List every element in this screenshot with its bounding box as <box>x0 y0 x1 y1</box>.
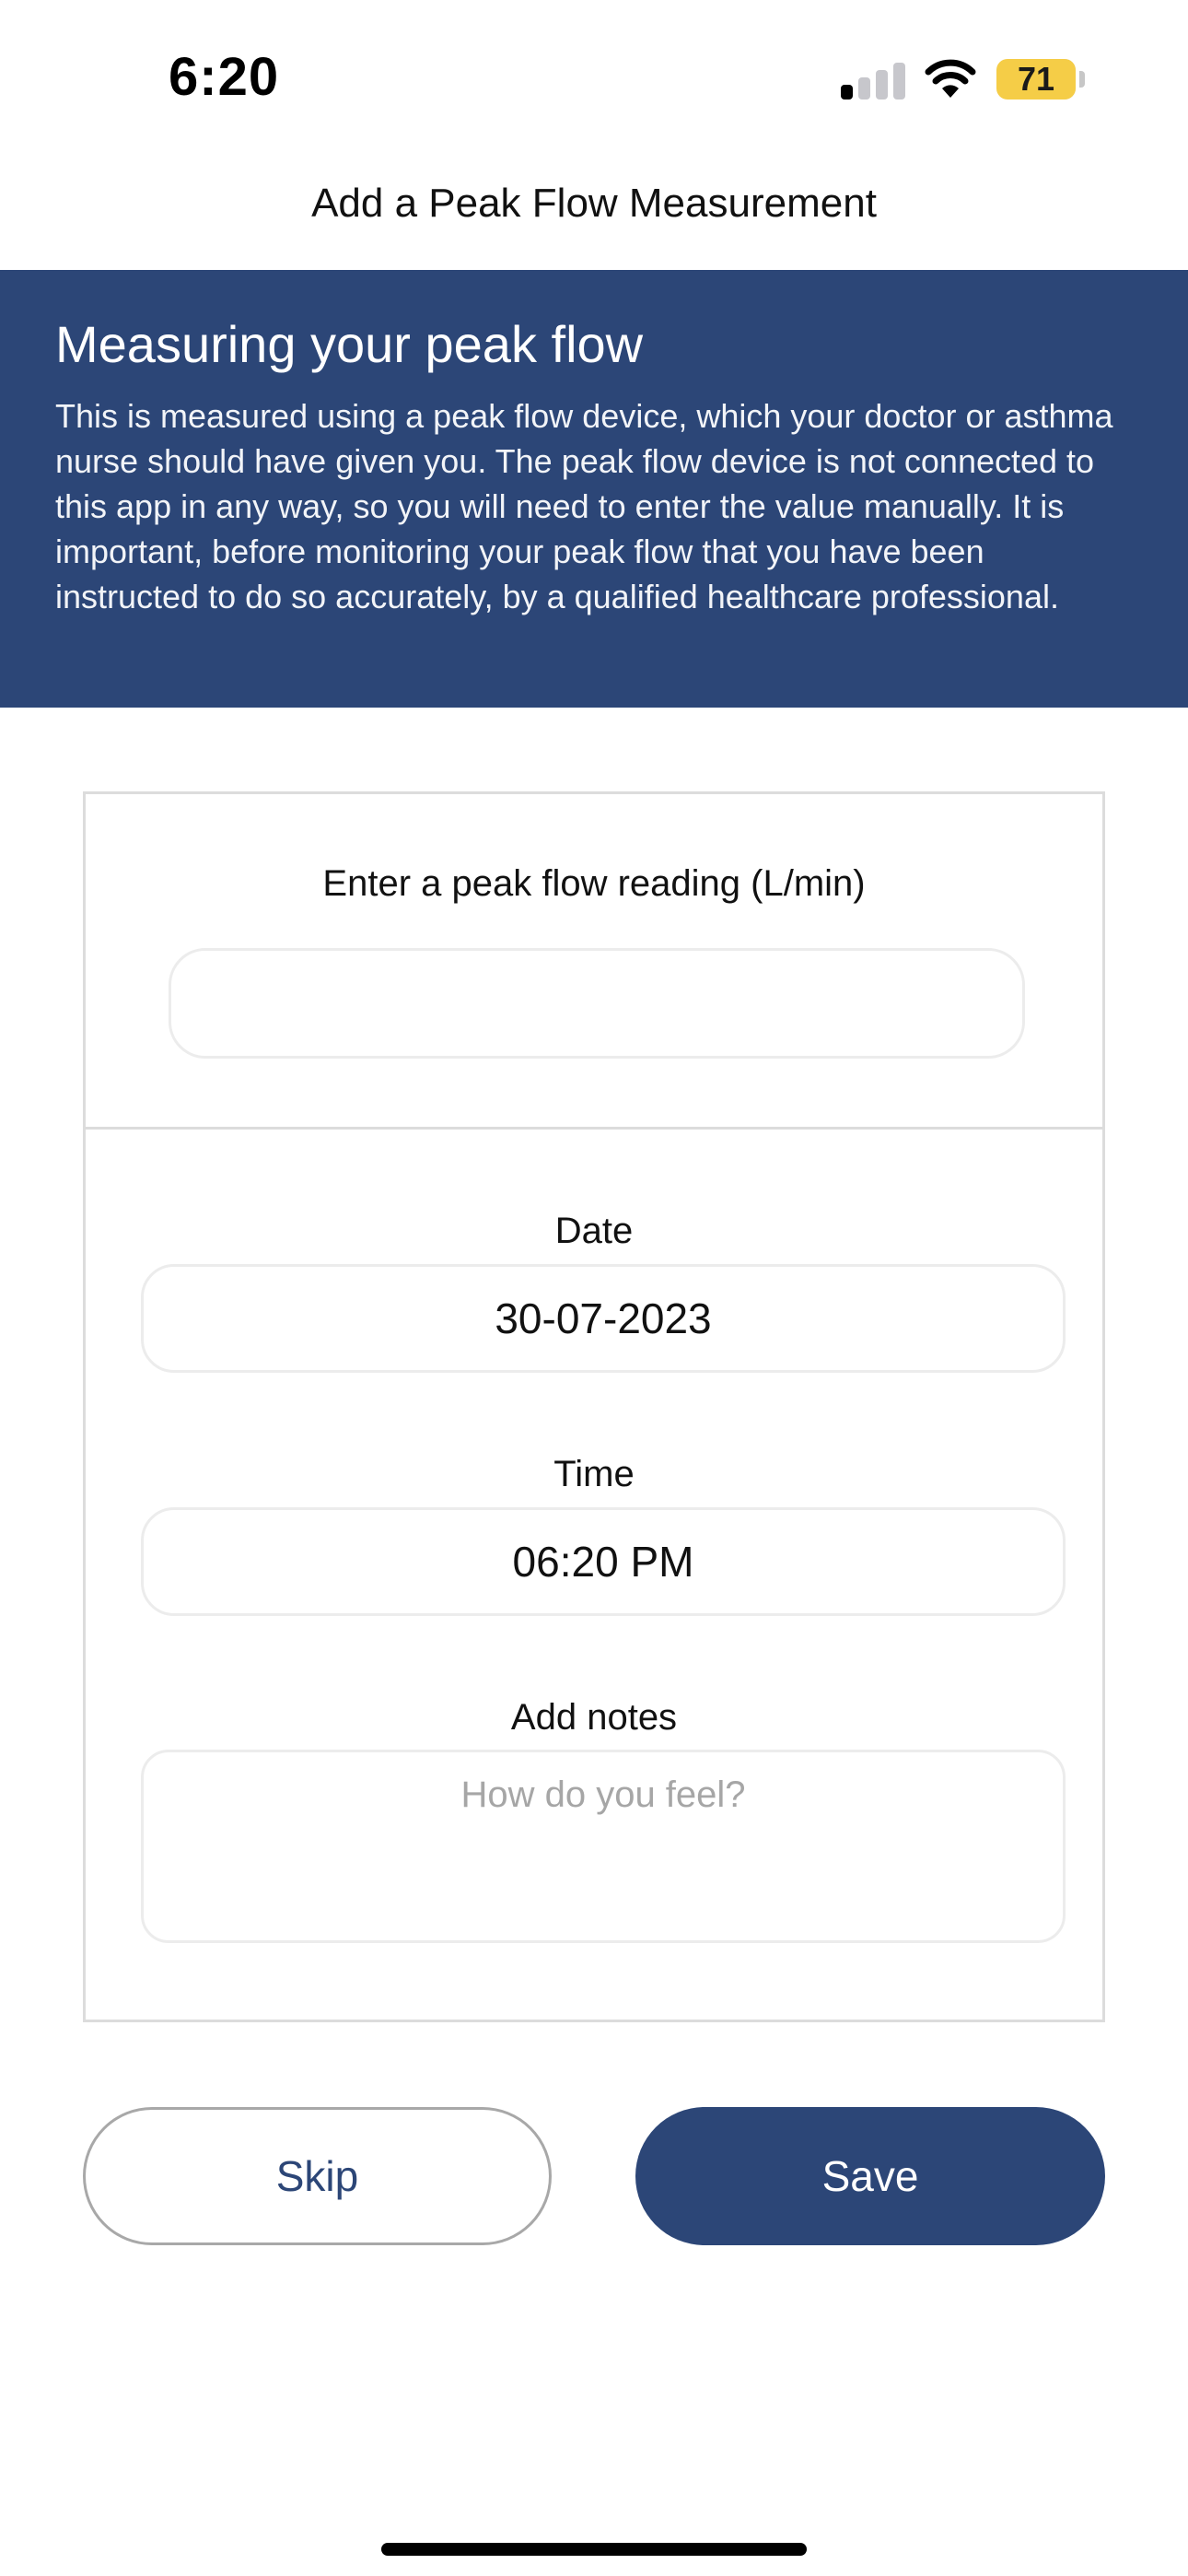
wifi-icon <box>925 59 976 98</box>
save-button[interactable]: Save <box>635 2107 1105 2245</box>
time-label: Time <box>553 1454 635 1494</box>
measurement-form-card: Enter a peak flow reading (L/min) Date 3… <box>83 791 1105 2022</box>
date-value: 30-07-2023 <box>495 1294 712 1342</box>
skip-button[interactable]: Skip <box>83 2107 552 2245</box>
banner-title: Measuring your peak flow <box>55 315 644 373</box>
notes-label: Add notes <box>510 1697 678 1738</box>
status-bar: 6:20 71 <box>0 0 1188 147</box>
cellular-signal-icon <box>841 61 907 100</box>
status-time: 6:20 <box>169 47 280 107</box>
page-title: Add a Peak Flow Measurement <box>311 181 877 226</box>
reading-label: Enter a peak flow reading (L/min) <box>322 863 866 904</box>
notes-input[interactable] <box>141 1750 1066 1943</box>
reading-section: Enter a peak flow reading (L/min) <box>86 794 1102 1130</box>
peak-flow-screen: 6:20 71 Add a Peak Flow Measurement Meas… <box>0 0 1188 2576</box>
info-banner: Measuring your peak flow This is measure… <box>0 270 1188 708</box>
date-field[interactable]: 30-07-2023 <box>141 1264 1066 1373</box>
battery-level: 71 <box>1017 60 1055 98</box>
banner-body: This is measured using a peak flow devic… <box>55 396 1113 615</box>
home-indicator[interactable] <box>381 2543 807 2556</box>
date-label: Date <box>554 1211 634 1251</box>
battery-icon: 71 <box>996 59 1076 100</box>
peak-flow-reading-input[interactable] <box>169 948 1025 1059</box>
battery-tip <box>1079 71 1085 88</box>
time-value: 06:20 PM <box>512 1538 694 1586</box>
time-field[interactable]: 06:20 PM <box>141 1507 1066 1616</box>
